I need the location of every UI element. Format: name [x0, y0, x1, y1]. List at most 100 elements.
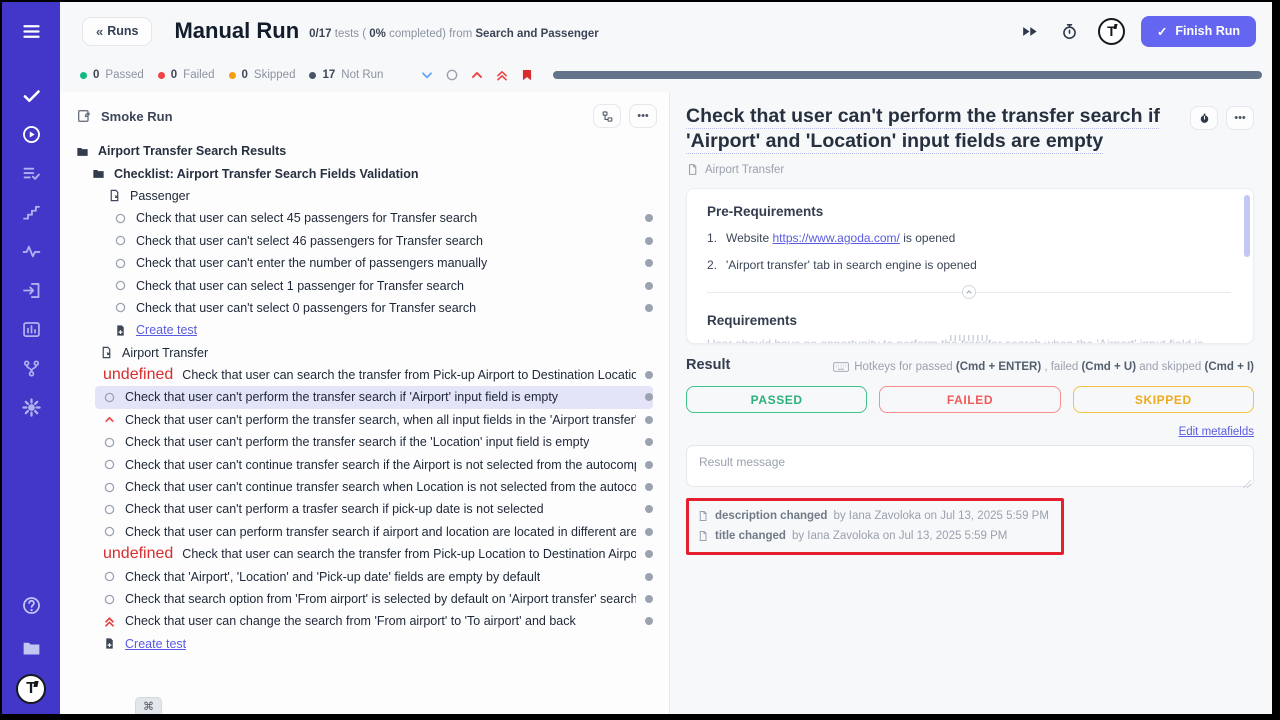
legend-count: 0 — [171, 69, 177, 81]
back-label: Runs — [107, 24, 138, 38]
hotkeys-hint: Hotkeys for passed (Cmd + ENTER) , faile… — [833, 361, 1254, 373]
sidebar-gear-icon[interactable] — [16, 392, 46, 422]
textarea-resize-grip[interactable] — [1243, 480, 1251, 488]
test-tree-panel: Smoke Run ••• Airport Transfer Search Re… — [60, 92, 670, 714]
failed-button[interactable]: FAILED — [879, 386, 1060, 413]
app-sidebar: T — [2, 2, 60, 714]
bookmark-icon[interactable] — [519, 67, 535, 83]
circle-status-icon[interactable] — [444, 67, 460, 83]
prerequisite-item: 2.'Airport transfer' tab in search engin… — [707, 258, 1231, 272]
tree-folder-row[interactable]: Airport Transfer Search Results — [76, 140, 653, 162]
tree-test-row[interactable]: Check that search option from 'From airp… — [95, 588, 653, 610]
command-shortcut-badge[interactable]: ⌘ — [135, 697, 162, 714]
sidebar-import-icon[interactable] — [16, 275, 46, 305]
circle-icon — [103, 391, 116, 404]
bookmark-icon: undefined — [103, 366, 173, 384]
legend-skipped: 0Skipped — [229, 69, 296, 81]
main-area: « Runs Manual Run 0/17 tests ( 0% comple… — [60, 2, 1272, 714]
collapse-toggle[interactable] — [962, 285, 976, 299]
document-icon — [100, 346, 113, 359]
case-more-button[interactable]: ••• — [1226, 106, 1254, 130]
circle-icon — [114, 279, 127, 292]
tree-test-row[interactable]: Check that user can't perform a trasfer … — [95, 498, 653, 520]
timer-icon[interactable] — [1058, 19, 1082, 43]
tree-test-row[interactable]: Check that user can't perform the transf… — [95, 386, 653, 408]
sidebar-help-icon[interactable] — [16, 590, 46, 620]
tests-count: 0/17 — [309, 28, 331, 40]
sidebar-folders-icon[interactable] — [16, 632, 46, 662]
plan-title: Smoke Run — [101, 109, 173, 124]
tree-suite-row[interactable]: Passenger — [108, 185, 653, 207]
sidebar-menu-icon[interactable] — [16, 16, 46, 46]
tree-test-row[interactable]: undefinedCheck that user can search the … — [95, 364, 653, 386]
tree-row-label: Check that user can search the transfer … — [182, 547, 636, 561]
double-caret-up-icon[interactable] — [494, 67, 510, 83]
tree-row-label: Check that user can select 45 passengers… — [136, 211, 477, 225]
tree-test-row[interactable]: Check that user can't select 46 passenge… — [106, 230, 653, 252]
sidebar-branch-icon[interactable] — [16, 353, 46, 383]
user-avatar[interactable]: T — [1098, 18, 1125, 45]
command-key-icon: ⌘ — [143, 700, 154, 713]
tree-suite-row[interactable]: Airport Transfer — [100, 342, 653, 364]
tree-test-row[interactable]: Check that 'Airport', 'Location' and 'Pi… — [95, 565, 653, 587]
chevron-down-icon[interactable] — [419, 67, 435, 83]
back-chevrons-icon: « — [96, 24, 101, 39]
external-link[interactable]: https://www.agoda.com/ — [772, 231, 899, 245]
card-scrollbar[interactable] — [1244, 195, 1250, 257]
tree-test-row[interactable]: Check that user can select 1 passenger f… — [106, 274, 653, 296]
create-test-link[interactable]: Create test — [103, 633, 653, 655]
legend-passed: 0Passed — [80, 69, 144, 81]
prerequisite-text: Website https://www.agoda.com/ is opened — [726, 231, 955, 245]
edit-metafields-link[interactable]: Edit metafields — [1179, 426, 1254, 438]
tree-test-row[interactable]: Check that user can't perform the transf… — [95, 431, 653, 453]
circle-icon — [103, 436, 116, 449]
tree-test-row[interactable]: Check that user can't continue transfer … — [95, 476, 653, 498]
page-title: Manual Run — [174, 18, 299, 44]
panel-more-button[interactable]: ••• — [629, 104, 657, 128]
back-to-runs-button[interactable]: « Runs — [82, 17, 152, 46]
tree-test-row[interactable]: Check that user can select 45 passengers… — [106, 207, 653, 229]
passed-button[interactable]: PASSED — [686, 386, 867, 413]
app-window: T « Runs Manual Run 0/17 tests ( 0% comp… — [2, 2, 1272, 714]
status-dot — [158, 72, 165, 79]
workspace-logo[interactable]: T — [16, 674, 46, 704]
tree-folder-row[interactable]: Checklist: Airport Transfer Search Field… — [92, 162, 653, 184]
tree-view-button[interactable] — [593, 104, 621, 128]
finish-run-button[interactable]: ✓ Finish Run — [1141, 16, 1256, 47]
tree-test-row[interactable]: Check that user can't continue transfer … — [95, 453, 653, 475]
keyboard-icon — [833, 361, 849, 373]
ellipsis-icon: ••• — [637, 110, 649, 122]
tree-test-row[interactable]: Check that user can perform transfer sea… — [95, 521, 653, 543]
bookmark-icon: undefined — [103, 545, 173, 563]
history-change-meta: by Iana Zavoloka on Jul 13, 2025 5:59 PM — [792, 530, 1007, 542]
legend-failed: 0Failed — [158, 69, 215, 81]
legend-label: Passed — [105, 69, 143, 81]
caret-up-icon[interactable] — [469, 67, 485, 83]
run-progress-row: 0Passed0Failed0Skipped17Not Run — [60, 60, 1272, 90]
fast-forward-icon[interactable] — [1018, 19, 1042, 43]
tree-row-label: Passenger — [130, 189, 190, 203]
tree-test-row[interactable]: Check that user can't enter the number o… — [106, 252, 653, 274]
sidebar-play-circle-icon[interactable] — [16, 119, 46, 149]
tree-test-row[interactable]: Check that user can't perform the transf… — [95, 409, 653, 431]
resize-handle[interactable] — [950, 335, 990, 341]
tree-test-row[interactable]: Check that user can change the search fr… — [95, 610, 653, 632]
document-icon — [108, 189, 121, 202]
tree-row-label: Check that user can't continue transfer … — [125, 480, 636, 494]
tree-test-row[interactable]: Check that user can't select 0 passenger… — [106, 297, 653, 319]
create-test-link[interactable]: Create test — [114, 319, 653, 341]
circle-icon — [103, 570, 116, 583]
tree-row-label: Check that user can't perform the transf… — [125, 390, 558, 404]
sidebar-list-check-icon[interactable] — [16, 158, 46, 188]
time-tracking-button[interactable] — [1190, 106, 1218, 130]
tree-test-row[interactable]: undefined Check that user can search the … — [95, 543, 653, 565]
sidebar-activity-icon[interactable] — [16, 236, 46, 266]
sidebar-chart-icon[interactable] — [16, 314, 46, 344]
sidebar-steps-icon[interactable] — [16, 197, 46, 227]
sidebar-check-icon[interactable] — [16, 80, 46, 110]
tree-row-label: Check that user can select 1 passenger f… — [136, 279, 464, 293]
plan-title-row: Smoke Run — [76, 108, 173, 124]
result-message-input[interactable] — [686, 445, 1254, 487]
run-progress-bar[interactable] — [553, 71, 1262, 79]
skipped-button[interactable]: SKIPPED — [1073, 386, 1254, 413]
